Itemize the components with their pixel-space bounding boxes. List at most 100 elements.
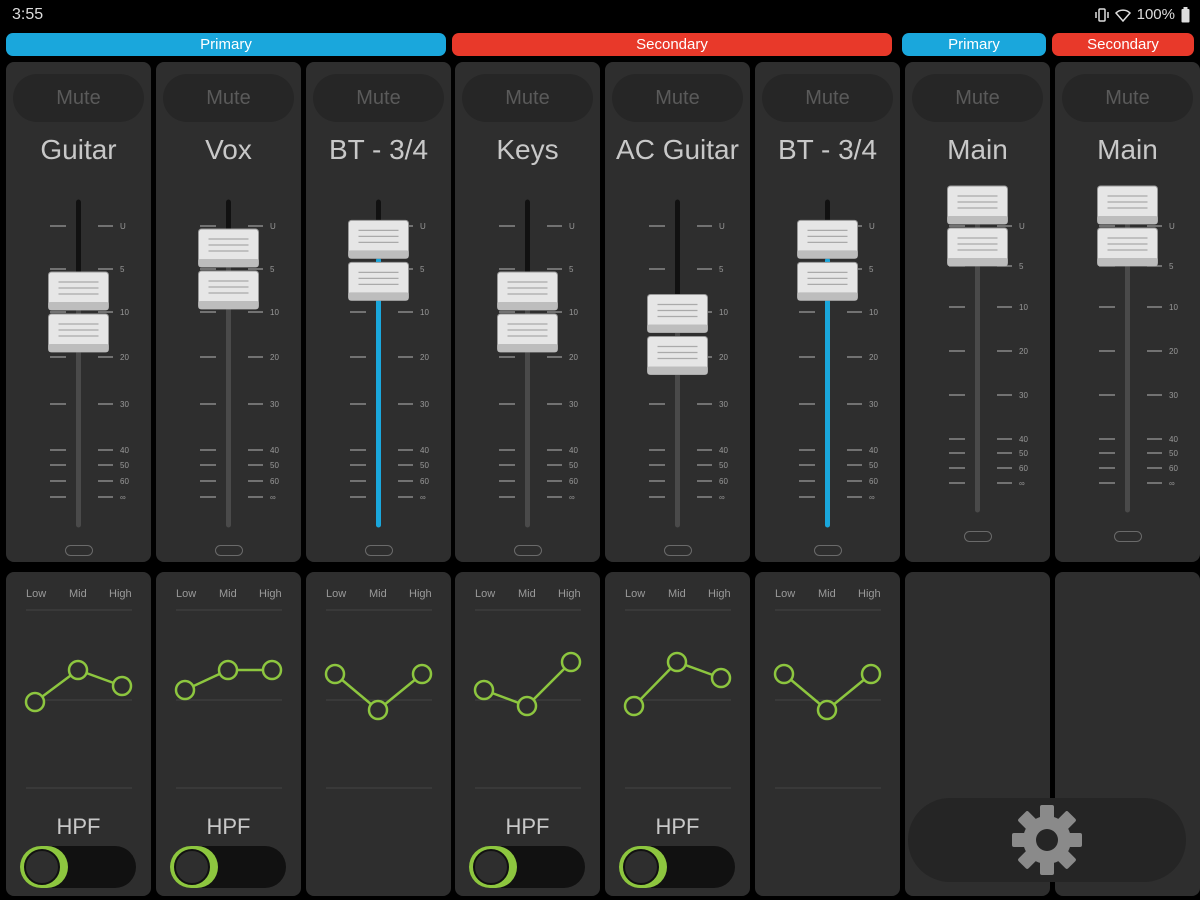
hpf-toggle[interactable]: [469, 846, 585, 888]
hpf-toggle[interactable]: [619, 846, 735, 888]
fader-scale: U 5 10 20 30 40 50 60 ∞: [348, 199, 429, 528]
eq-node[interactable]: [111, 675, 133, 697]
eq-node[interactable]: [217, 659, 239, 681]
scale-label: 30: [420, 400, 429, 409]
scale-label: 50: [420, 461, 429, 470]
fader-reset-handle[interactable]: [1113, 531, 1142, 542]
eq-node[interactable]: [261, 659, 283, 681]
scale-label: U: [1019, 222, 1025, 231]
scale-label: 40: [1019, 435, 1028, 444]
scale-label: 10: [719, 308, 728, 317]
eq-curve-graph[interactable]: [605, 572, 750, 802]
battery-percent: 100%: [1136, 6, 1175, 23]
scale-label: ∞: [719, 493, 725, 502]
hpf-label: HPF: [56, 814, 101, 839]
scale-label: 40: [420, 446, 429, 455]
eq-node[interactable]: [174, 679, 196, 701]
hpf-label: HPF: [505, 814, 550, 839]
eq-node[interactable]: [623, 695, 645, 717]
scale-label: U: [719, 222, 725, 231]
eq-curve-graph[interactable]: [6, 572, 151, 802]
master-strip: Mute Main U 5 10 20 30 40 50 60 ∞: [905, 62, 1050, 562]
fader-reset-handle[interactable]: [64, 545, 93, 556]
scale-label: 30: [1169, 391, 1178, 400]
eq-node[interactable]: [324, 663, 346, 685]
eq-node[interactable]: [367, 699, 389, 721]
hpf-label: HPF: [655, 814, 700, 839]
scale-label: ∞: [869, 493, 875, 502]
scale-label: 10: [1169, 303, 1178, 312]
eq-node[interactable]: [666, 651, 688, 673]
eq-node[interactable]: [560, 651, 582, 673]
eq-panel[interactable]: Low Mid High HPF: [6, 572, 151, 896]
eq-node[interactable]: [516, 695, 538, 717]
channel-strip: Mute AC Guitar U 5 10 20 30 40 50 60 ∞: [605, 62, 750, 562]
status-time: 3:55: [12, 6, 44, 23]
fader-reset-handle[interactable]: [963, 531, 992, 542]
eq-node[interactable]: [67, 659, 89, 681]
fader-reset-handle[interactable]: [813, 545, 842, 556]
eq-curve-graph[interactable]: [156, 572, 301, 802]
fader-reset-handle[interactable]: [663, 545, 692, 556]
eq-curve-graph[interactable]: [455, 572, 600, 802]
fader-reset-handle[interactable]: [513, 545, 542, 556]
channel-strip: Mute BT - 3/4 U 5 10 20 30 40 50 60 ∞: [306, 62, 451, 562]
scale-label: 20: [1019, 347, 1028, 356]
scale-label: 40: [120, 446, 129, 455]
eq-node[interactable]: [24, 691, 46, 713]
fader-reset-handle[interactable]: [214, 545, 243, 556]
scale-label: 10: [869, 308, 878, 317]
fader-reset-handle[interactable]: [364, 545, 393, 556]
status-bar: 3:55 100%: [0, 0, 1200, 30]
eq-node[interactable]: [411, 663, 433, 685]
fader-scale: U 5 10 20 30 40 50 60 ∞: [797, 199, 878, 528]
scale-label: 30: [719, 400, 728, 409]
scale-label: 20: [1169, 347, 1178, 356]
eq-panel[interactable]: Low Mid High: [306, 572, 451, 896]
vibrate-icon: [1094, 7, 1109, 22]
scale-label: 20: [719, 353, 728, 362]
scale-label: 60: [1019, 464, 1028, 473]
scale-label: 40: [1169, 435, 1178, 444]
master-strip: Mute Main U 5 10 20 30 40 50 60 ∞: [1055, 62, 1200, 562]
eq-node[interactable]: [773, 663, 795, 685]
scale-label: 20: [869, 353, 878, 362]
group-bar-primary: Primary: [6, 33, 446, 56]
settings-button[interactable]: [908, 798, 1186, 882]
scale-label: 20: [420, 353, 429, 362]
scale-label: ∞: [270, 493, 276, 502]
scale-label: 60: [569, 477, 578, 486]
eq-panel[interactable]: Low Mid High HPF: [156, 572, 301, 896]
scale-label: 40: [719, 446, 728, 455]
eq-panel[interactable]: Low Mid High HPF: [455, 572, 600, 896]
scale-label: 5: [270, 265, 275, 274]
scale-label: 30: [569, 400, 578, 409]
scale-label: 40: [569, 446, 578, 455]
group-bar-primary-main: Primary: [902, 33, 1046, 56]
eq-node[interactable]: [860, 663, 882, 685]
scale-label: 10: [420, 308, 429, 317]
hpf-toggle[interactable]: [20, 846, 136, 888]
eq-node[interactable]: [473, 679, 495, 701]
eq-curve-graph[interactable]: [306, 572, 451, 802]
scale-label: 10: [270, 308, 279, 317]
scale-label: 30: [869, 400, 878, 409]
toggle-knob: [24, 849, 60, 885]
scale-label: U: [869, 222, 875, 231]
fader-scale: U 5 10 20 30 40 50 60 ∞: [1097, 185, 1178, 513]
scale-label: 60: [869, 477, 878, 486]
group-bar-secondary: Secondary: [452, 33, 892, 56]
scale-label: 20: [270, 353, 279, 362]
scale-label: 5: [1169, 262, 1174, 271]
scale-label: 50: [120, 461, 129, 470]
scale-label: 10: [569, 308, 578, 317]
scale-label: 20: [569, 353, 578, 362]
eq-panel[interactable]: Low Mid High HPF: [605, 572, 750, 896]
hpf-toggle[interactable]: [170, 846, 286, 888]
scale-label: 40: [270, 446, 279, 455]
eq-panel[interactable]: Low Mid High: [755, 572, 900, 896]
eq-node[interactable]: [710, 667, 732, 689]
eq-curve-graph[interactable]: [755, 572, 900, 802]
eq-node[interactable]: [816, 699, 838, 721]
scale-label: 50: [569, 461, 578, 470]
